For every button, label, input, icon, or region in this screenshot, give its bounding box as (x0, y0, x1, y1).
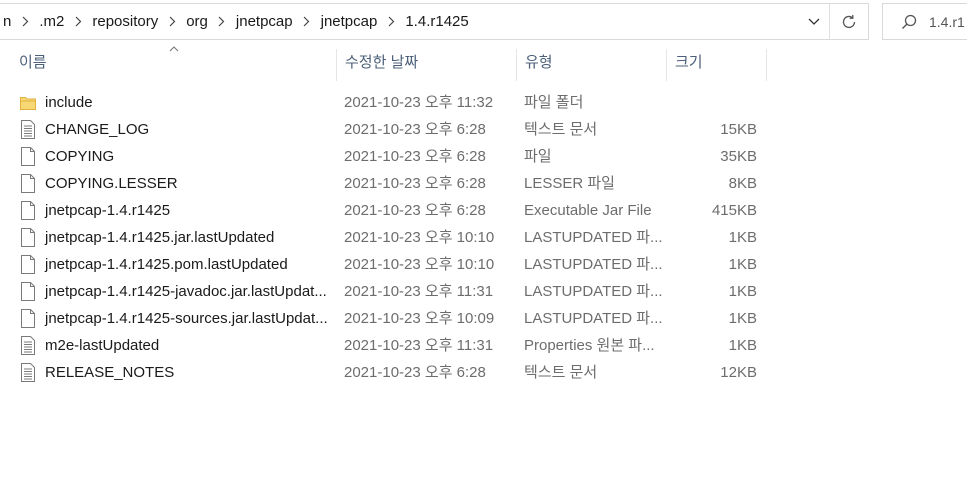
column-header-size[interactable]: 크기 (675, 45, 703, 81)
file-size: 35KB (720, 148, 757, 165)
chevron-right-icon[interactable] (67, 16, 89, 27)
breadcrumb: n .m2 repository org jnetpcap jnetpcap 1.4.r14… (0, 4, 472, 39)
chevron-right-icon[interactable] (296, 16, 318, 27)
file-type: Executable Jar File (524, 202, 652, 219)
chevron-right-icon[interactable] (14, 16, 36, 27)
file-name: COPYING.LESSER (45, 175, 178, 192)
file-type: Properties 원본 파... (524, 337, 655, 354)
file-row[interactable]: jnetpcap-1.4.r1425-sources.jar.lastUpdat… (0, 305, 767, 332)
file-type: 파일 폴더 (524, 94, 584, 111)
file-type: 텍스트 문서 (524, 121, 598, 138)
column-header-name[interactable]: 이름 (19, 45, 47, 81)
column-divider[interactable] (666, 49, 667, 81)
file-icon (20, 309, 36, 328)
breadcrumb-item[interactable]: jnetpcap (233, 13, 296, 30)
file-date: 2021-10-23 오후 10:10 (344, 256, 495, 273)
file-row[interactable]: jnetpcap-1.4.r1425-javadoc.jar.lastUpdat… (0, 278, 767, 305)
file-date: 2021-10-23 오후 6:28 (344, 202, 486, 219)
column-header-type[interactable]: 유형 (525, 45, 553, 81)
breadcrumb-item[interactable]: .m2 (36, 13, 67, 30)
file-size: 1KB (728, 310, 757, 327)
file-type: 파일 (524, 148, 552, 165)
file-name: include (45, 94, 93, 111)
file-row[interactable]: m2e-lastUpdated 2021-10-23 오후 11:31 Proper… (0, 332, 767, 359)
folder-icon (20, 93, 36, 112)
file-row[interactable]: jnetpcap-1.4.r1425 2021-10-23 오후 6:28 Exec… (0, 197, 767, 224)
file-size: 1KB (728, 256, 757, 273)
file-date: 2021-10-23 오후 10:09 (344, 310, 495, 327)
file-type: LASTUPDATED 파... (524, 310, 663, 327)
file-size: 8KB (728, 175, 757, 192)
file-row[interactable]: RELEASE_NOTES 2021-10-23 오후 6:28 텍스트 문서 12K… (0, 359, 767, 386)
file-date: 2021-10-23 오후 10:10 (344, 229, 495, 246)
address-bar[interactable]: n .m2 repository org jnetpcap jnetpcap 1.4.r14… (0, 3, 869, 40)
breadcrumb-item[interactable]: org (183, 13, 211, 30)
file-row[interactable]: CHANGE_LOG 2021-10-23 오후 6:28 텍스트 문서 15KB (0, 116, 767, 143)
text-file-icon (20, 336, 36, 355)
file-row[interactable]: include 2021-10-23 오후 11:32 파일 폴더 (0, 89, 767, 116)
file-date: 2021-10-23 오후 11:31 (344, 337, 494, 354)
file-date: 2021-10-23 오후 6:28 (344, 121, 486, 138)
file-size: 415KB (711, 202, 757, 219)
refresh-button[interactable] (829, 4, 868, 39)
search-icon (901, 14, 917, 30)
file-icon (20, 255, 36, 274)
chevron-down-icon (808, 18, 820, 25)
column-header-date[interactable]: 수정한 날짜 (345, 45, 418, 81)
file-name: CHANGE_LOG (45, 121, 150, 138)
file-icon (20, 147, 36, 166)
file-type: LASTUPDATED 파... (524, 283, 663, 300)
chevron-right-icon[interactable] (161, 16, 183, 27)
text-file-icon (20, 363, 36, 382)
column-divider[interactable] (516, 49, 517, 81)
file-size: 1KB (728, 337, 757, 354)
file-name: jnetpcap-1.4.r1425 (45, 202, 171, 219)
search-text: 1.4.r1 (929, 13, 965, 30)
file-size: 1KB (728, 283, 757, 300)
file-name: jnetpcap-1.4.r1425.pom.lastUpdated (45, 256, 288, 273)
file-row[interactable]: COPYING 2021-10-23 오후 6:28 파일 35KB (0, 143, 767, 170)
file-icon (20, 201, 36, 220)
file-date: 2021-10-23 오후 6:28 (344, 175, 486, 192)
file-icon (20, 174, 36, 193)
file-date: 2021-10-23 오후 11:31 (344, 283, 494, 300)
column-divider[interactable] (336, 49, 337, 81)
file-name: jnetpcap-1.4.r1425-sources.jar.lastUpdat… (45, 310, 328, 327)
breadcrumb-item[interactable]: n (0, 13, 14, 30)
sort-ascending-icon (169, 46, 179, 52)
column-divider[interactable] (766, 49, 767, 81)
file-name: COPYING (45, 148, 115, 165)
file-name: jnetpcap-1.4.r1425-javadoc.jar.lastUpdat… (45, 283, 327, 300)
file-list: include 2021-10-23 오후 11:32 파일 폴더 CHANGE_LO… (0, 89, 767, 386)
file-type: 텍스트 문서 (524, 364, 598, 381)
file-row[interactable]: jnetpcap-1.4.r1425.pom.lastUpdated 2021-1… (0, 251, 767, 278)
file-size: 1KB (728, 229, 757, 246)
file-name: jnetpcap-1.4.r1425.jar.lastUpdated (45, 229, 275, 246)
file-size: 15KB (720, 121, 757, 138)
breadcrumb-item[interactable]: 1.4.r1425 (402, 13, 471, 30)
file-row[interactable]: jnetpcap-1.4.r1425.jar.lastUpdated 2021-1… (0, 224, 767, 251)
file-row[interactable]: COPYING.LESSER 2021-10-23 오후 6:28 LESSER 파… (0, 170, 767, 197)
file-name: RELEASE_NOTES (45, 364, 175, 381)
file-type: LASTUPDATED 파... (524, 256, 663, 273)
file-date: 2021-10-23 오후 6:28 (344, 364, 486, 381)
address-history-button[interactable] (802, 4, 826, 39)
file-type: LASTUPDATED 파... (524, 229, 663, 246)
file-type: LESSER 파일 (524, 175, 615, 192)
file-size: 12KB (720, 364, 757, 381)
refresh-icon (842, 14, 856, 28)
text-file-icon (20, 120, 36, 139)
file-name: m2e-lastUpdated (45, 337, 160, 354)
chevron-right-icon[interactable] (380, 16, 402, 27)
breadcrumb-item[interactable]: jnetpcap (318, 13, 381, 30)
file-icon (20, 228, 36, 247)
column-header-row: 이름 수정한 날짜 유형 크기 (0, 45, 767, 81)
breadcrumb-item[interactable]: repository (89, 13, 161, 30)
file-date: 2021-10-23 오후 11:32 (344, 94, 494, 111)
chevron-right-icon[interactable] (211, 16, 233, 27)
search-input[interactable]: 1.4.r1 (882, 3, 967, 40)
file-date: 2021-10-23 오후 6:28 (344, 148, 486, 165)
file-icon (20, 282, 36, 301)
